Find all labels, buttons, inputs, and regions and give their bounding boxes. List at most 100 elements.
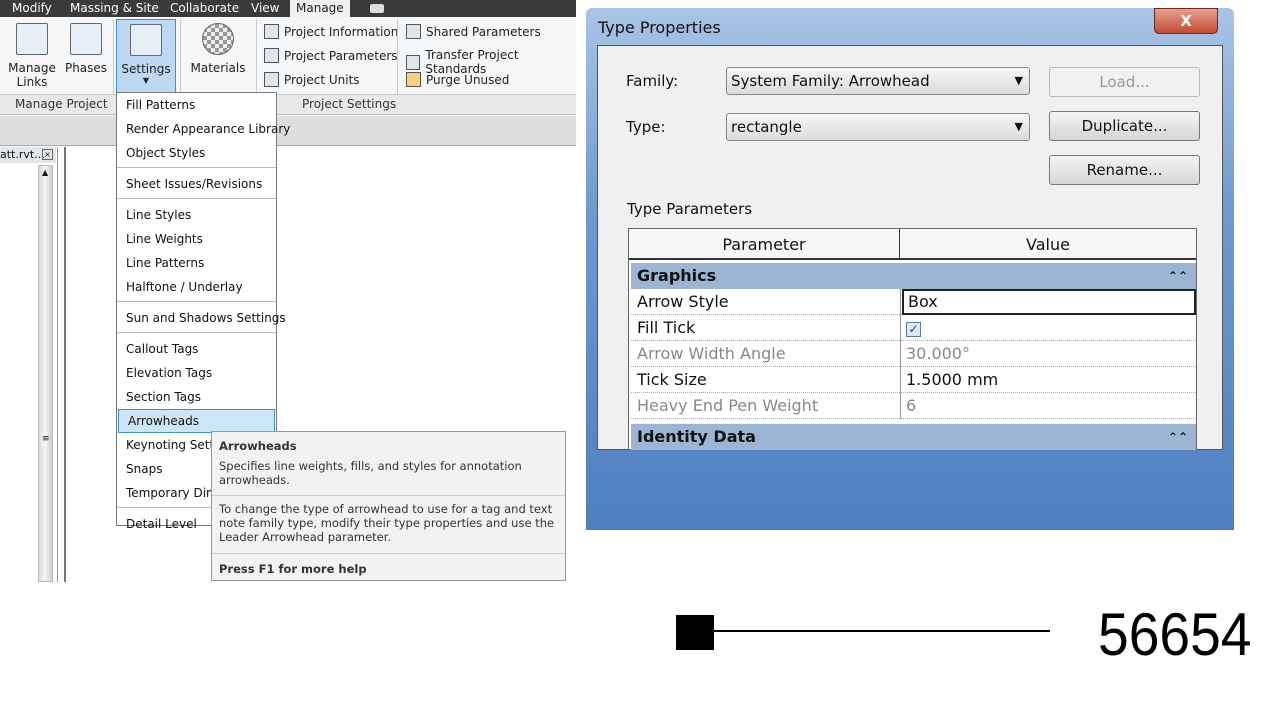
tab-manage[interactable]: Manage — [290, 0, 350, 17]
chevron-down-icon: ▼ — [142, 76, 150, 85]
tooltip-title: Arrowheads — [219, 439, 297, 453]
tooltip-detail: To change the type of arrowhead to use f… — [219, 502, 555, 544]
collapse-icon[interactable]: ⌃⌃ — [1168, 424, 1188, 450]
menu-item-object-styles[interactable]: Object Styles — [117, 141, 276, 165]
label: Project Units — [284, 72, 360, 87]
param-name: Arrow Style — [631, 289, 901, 315]
collapse-icon[interactable]: ⌃⌃ — [1168, 263, 1188, 289]
fill-tick-checkbox[interactable]: ✓ — [906, 322, 921, 337]
scrollbar[interactable]: ▲ ≡ — [38, 165, 53, 582]
phases-button[interactable]: Phases — [62, 19, 110, 75]
table-row: Heavy End Pen Weight 6 — [631, 393, 1196, 419]
column-header-parameter[interactable]: Parameter — [629, 229, 900, 260]
family-label: Family: — [626, 72, 679, 90]
settings-label: Settings — [121, 62, 171, 76]
project-browser-header: att.rvt... × — [0, 147, 56, 163]
ribbon-tab-bar: Modify Massing & Site Collaborate View M… — [0, 0, 576, 17]
param-value: 30.000° — [906, 344, 970, 363]
column-header-value[interactable]: Value — [900, 229, 1196, 260]
arrow-style-input[interactable]: Box — [902, 289, 1196, 315]
menu-item-line-styles[interactable]: Line Styles — [117, 203, 276, 227]
label: Project Parameters — [284, 48, 398, 63]
divider — [397, 19, 398, 95]
type-select[interactable]: rectangle ▼ — [726, 113, 1030, 141]
table-row: Fill Tick ✓ — [631, 315, 1196, 341]
type-value: rectangle — [731, 118, 802, 136]
table-row: Arrow Style Box — [631, 289, 1196, 315]
project-parameters-button[interactable]: Project Parameters — [264, 48, 398, 63]
tooltip-help: Press F1 for more help — [219, 562, 367, 576]
box-arrowhead-sample — [676, 615, 714, 650]
project-units-button[interactable]: Project Units — [264, 72, 360, 87]
sample-number: 56654 — [1098, 601, 1252, 668]
menu-item-sheet-issues[interactable]: Sheet Issues/Revisions — [117, 172, 276, 196]
manage-links-label: Manage Links — [8, 61, 56, 89]
table-row: Arrow Width Angle 30.000° — [631, 341, 1196, 367]
tab-view[interactable]: View — [251, 0, 279, 17]
close-icon[interactable]: × — [42, 149, 53, 160]
materials-button[interactable]: Materials — [186, 19, 250, 75]
menu-item-arrowheads[interactable]: Arrowheads — [118, 409, 275, 433]
dialog-title: Type Properties — [598, 18, 721, 37]
menu-item-line-patterns[interactable]: Line Patterns — [117, 251, 276, 275]
load-button[interactable]: Load... — [1049, 67, 1200, 97]
shared-parameters-button[interactable]: Shared Parameters — [406, 24, 541, 39]
materials-label: Materials — [190, 61, 246, 75]
menu-item-halftone-underlay[interactable]: Halftone / Underlay — [117, 275, 276, 299]
group-label: Graphics — [637, 266, 717, 285]
project-parameters-icon — [264, 48, 279, 63]
dialog-close-button[interactable]: X — [1154, 8, 1218, 34]
shared-parameters-icon — [406, 24, 421, 39]
label: Project Information — [284, 24, 399, 39]
project-settings-panel-label: Project Settings — [302, 97, 397, 111]
scroll-up-icon[interactable]: ▲ — [42, 168, 48, 177]
menu-item-section-tags[interactable]: Section Tags — [117, 385, 276, 409]
param-name: Fill Tick — [631, 315, 901, 341]
menu-item-render-appearance-library[interactable]: Render Appearance Library — [117, 117, 290, 141]
materials-icon — [202, 23, 234, 55]
phases-icon — [70, 23, 102, 55]
label: Purge Unused — [426, 72, 510, 87]
menu-item-elevation-tags[interactable]: Elevation Tags — [117, 361, 276, 385]
phases-label: Phases — [64, 61, 108, 75]
param-name: Tick Size — [631, 367, 901, 393]
tab-modify[interactable]: Modify — [12, 0, 52, 17]
ribbon-panel: Manage Links Phases Settings ▼ Materials … — [0, 17, 576, 129]
label: Shared Parameters — [426, 24, 541, 39]
tab-massing-site[interactable]: Massing & Site — [70, 0, 159, 17]
family-value: System Family: Arrowhead — [731, 72, 930, 90]
purge-unused-button[interactable]: Purge Unused — [406, 72, 509, 87]
family-select[interactable]: System Family: Arrowhead ▼ — [726, 67, 1030, 95]
manage-links-button[interactable]: Manage Links — [6, 19, 58, 89]
tooltip-summary: Specifies line weights, fills, and style… — [219, 459, 522, 487]
project-information-icon — [264, 24, 279, 39]
group-identity-data[interactable]: Identity Data ⌃⌃ — [631, 424, 1196, 450]
group-graphics[interactable]: Graphics ⌃⌃ — [631, 263, 1196, 289]
ribbon-panel-labels: Manage Project Project Settings — [0, 95, 576, 115]
param-name: Arrow Width Angle — [631, 341, 901, 367]
manage-project-panel-label: Manage Project — [15, 97, 108, 111]
rename-button[interactable]: Rename... — [1049, 155, 1200, 185]
ribbon-minimize-icon[interactable] — [370, 4, 384, 13]
type-parameters-table: Parameter Value Graphics ⌃⌃ Arrow Style Bo… — [628, 228, 1197, 450]
settings-button[interactable]: Settings ▼ — [116, 19, 176, 95]
scroll-grip-icon[interactable]: ≡ — [42, 434, 50, 444]
chevron-down-icon: ▼ — [1014, 74, 1023, 87]
tab-collaborate[interactable]: Collaborate — [170, 0, 239, 17]
menu-item-fill-patterns[interactable]: Fill Patterns — [117, 93, 276, 117]
arrowheads-tooltip: Arrowheads Specifies line weights, fills… — [211, 431, 566, 581]
links-icon — [16, 23, 48, 55]
type-label: Type: — [626, 118, 666, 136]
settings-icon — [130, 24, 162, 56]
duplicate-button[interactable]: Duplicate... — [1049, 111, 1200, 141]
project-units-icon — [264, 72, 279, 87]
menu-item-sun-shadows[interactable]: Sun and Shadows Settings — [117, 306, 286, 330]
tick-size-input[interactable]: 1.5000 mm — [902, 367, 1196, 393]
project-information-button[interactable]: Project Information — [264, 24, 398, 39]
type-parameters-label: Type Parameters — [627, 200, 753, 218]
param-value: 6 — [906, 396, 917, 415]
menu-item-line-weights[interactable]: Line Weights — [117, 227, 276, 251]
group-label: Identity Data — [637, 427, 756, 446]
table-row: Tick Size 1.5000 mm — [631, 367, 1196, 393]
menu-item-callout-tags[interactable]: Callout Tags — [117, 337, 276, 361]
